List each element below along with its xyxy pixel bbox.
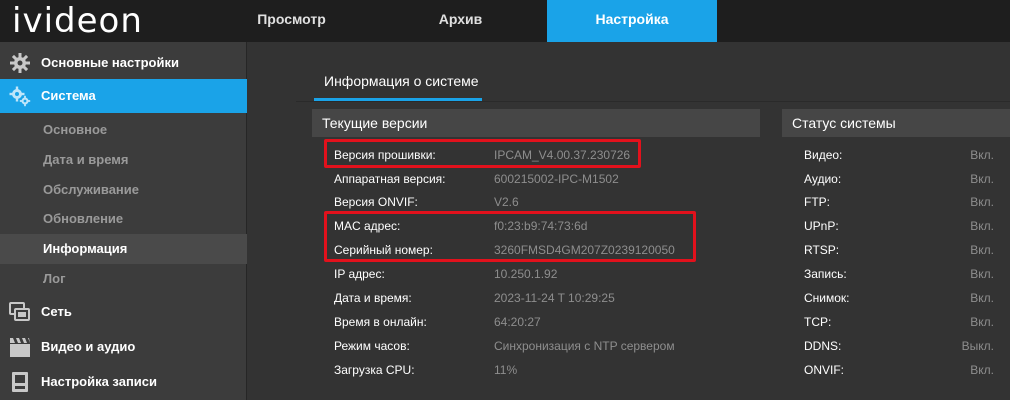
status-row-upnp: UPnP: Вкл. — [804, 219, 994, 233]
main-content: Информация о системе Текущие версии Стат… — [248, 42, 1010, 400]
sidebar-subitem-maintenance[interactable]: Обслуживание — [0, 175, 247, 205]
sidebar-item-label: Основные настройки — [41, 55, 179, 70]
status-row-ftp: FTP: Вкл. — [804, 195, 994, 209]
sidebar-item-label: Настройка записи — [41, 374, 158, 389]
sidebar-subitem-information[interactable]: Информация — [0, 234, 247, 264]
mac-serial-highlight-box — [324, 211, 696, 262]
status-row-video: Видео: Вкл. — [804, 148, 994, 162]
status-panel-header: Статус системы — [782, 109, 1010, 137]
sidebar-item-label: Видео и аудио — [41, 339, 136, 354]
sidebar-item-general-settings[interactable]: Основные настройки — [0, 50, 247, 76]
firmware-highlight-box — [324, 139, 641, 168]
sidebar-subitem-update[interactable]: Обновление — [0, 204, 247, 234]
sidebar-subitem-log[interactable]: Лог — [0, 264, 247, 294]
sidebar-item-system[interactable]: Система — [0, 79, 247, 113]
status-row-ddns: DDNS: Выкл. — [804, 339, 994, 353]
status-row-record: Запись: Вкл. — [804, 267, 994, 281]
status-row-onvif: ONVIF: Вкл. — [804, 363, 994, 377]
network-icon — [9, 302, 30, 321]
tab-settings[interactable]: Настройка — [547, 0, 717, 42]
tab-view[interactable]: Просмотр — [210, 0, 373, 42]
storage-icon — [12, 372, 28, 392]
sidebar-item-network[interactable]: Сеть — [0, 298, 247, 326]
clapperboard-icon — [10, 338, 30, 357]
sidebar-item-recording-settings[interactable]: Настройка записи — [0, 368, 247, 396]
status-row-rtsp: RTSP: Вкл. — [804, 243, 994, 257]
gear-icon — [10, 53, 30, 73]
status-row-snapshot: Снимок: Вкл. — [804, 291, 994, 305]
gears-icon — [9, 86, 31, 107]
sidebar-subitem-basic[interactable]: Основное — [0, 115, 247, 145]
versions-panel-header: Текущие версии — [312, 109, 760, 137]
title-divider — [296, 101, 1010, 102]
status-row-audio: Аудио: Вкл. — [804, 172, 994, 186]
page-title: Информация о системе — [324, 73, 479, 89]
sidebar: Основные настройки Система Основное Дата… — [0, 42, 247, 400]
active-tab-underline — [314, 98, 482, 101]
sidebar-item-label: Сеть — [41, 304, 72, 319]
tab-archive[interactable]: Архив — [379, 0, 542, 42]
top-bar: ivideon Просмотр Архив Настройка — [0, 0, 1010, 42]
sidebar-item-video-audio[interactable]: Видео и аудио — [0, 333, 247, 361]
sidebar-item-label: Система — [41, 88, 96, 103]
sidebar-subitem-date-time[interactable]: Дата и время — [0, 145, 247, 175]
status-row-tcp: TCP: Вкл. — [804, 315, 994, 329]
ivideon-logo[interactable]: ivideon — [12, 0, 143, 42]
